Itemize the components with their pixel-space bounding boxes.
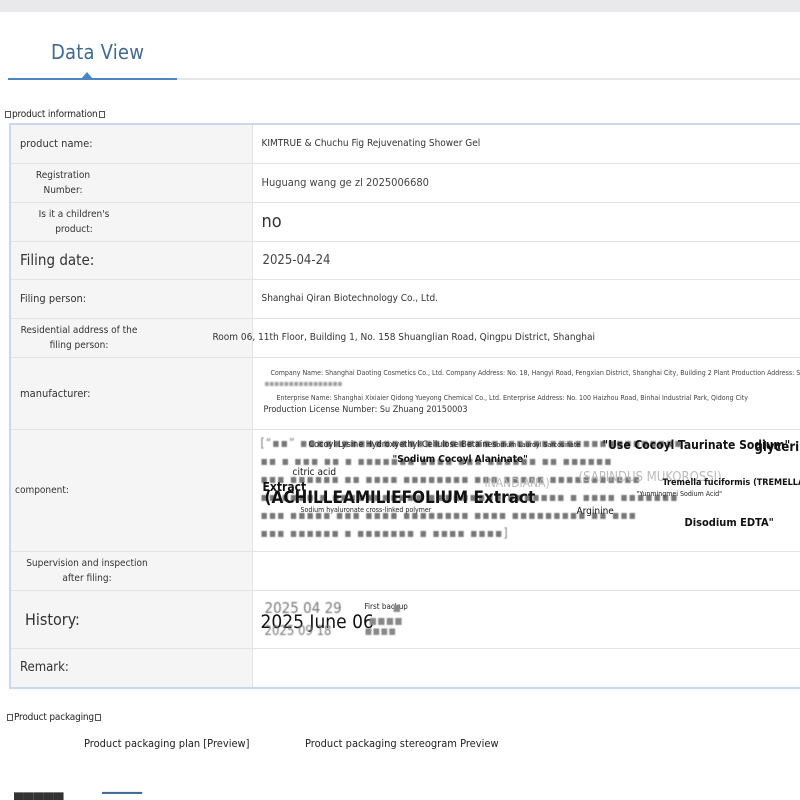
label-remark: Remark: [9, 647, 253, 689]
component-term-2: Sodium Lauroyl Sarcosinate [492, 441, 581, 449]
section-product-information: product information [4, 109, 106, 120]
label-registration-number: Registration Number: [9, 162, 253, 203]
component-term-4: glycerin [754, 440, 800, 455]
row-filing-date: Filing date: 2025-04-24 [9, 240, 800, 280]
manufacturer-block: Company Name: Shanghai Daoting Cosmetics… [253, 358, 800, 428]
row-childrens-product: Is it a children's product: no [9, 201, 800, 242]
tab-bar: Data View [0, 12, 800, 82]
component-block: [“▪▪” ▪▪▪▪▪▪▪▪▪▪▪▪▪▪▪▪▪▪▪▪▪▪▪▪▪▪▪▪▪▪▪▪▪▪… [253, 430, 800, 550]
value-residential-address-text: Room 06, 11th Floor, Building 1, No. 158… [212, 332, 596, 343]
component-term-11: "Yunmingmei Sodium Acid" [636, 490, 723, 498]
row-manufacturer: manufacturer: Company Name: Shanghai Dao… [9, 356, 800, 430]
component-blurred-row-6: ▪▪▪ ▪▪▪▪▪▪ ▪ ▪▪▪▪▪▪▪ ▪ ▪▪▪▪ ▪▪▪▪] [260, 526, 509, 540]
label-manufacturer: manufacturer: [9, 356, 253, 430]
manufacturer-blurred-line: ▪▪▪▪▪▪▪▪▪▪▪▪▪▪▪▪ [264, 379, 343, 388]
caret-up-icon [81, 72, 93, 79]
history-entry-3-blurred: ▪▪▪▪ [364, 624, 397, 639]
history-entry-3-date: 2025 09 18 [264, 624, 336, 639]
label-component: component: [9, 428, 253, 552]
history-block: 2025 04 29 First backup ▪ 2025 June 06 ▪… [253, 591, 800, 647]
label-history: History: [9, 589, 253, 649]
label-supervision: Supervision and inspection after filing: [9, 550, 253, 591]
row-registration-number: Registration Number: Huguang wang ge zl … [9, 162, 800, 203]
component-term-9: Tremella fuciformis (TREMELLAFUC [662, 478, 800, 488]
label-product-name: product name: [9, 123, 253, 164]
cut-off-link[interactable]: ▔▔▔▔ [102, 792, 142, 800]
row-residential-address: Residential address of the filing person… [9, 317, 800, 358]
history-entry-1-note: First backup [364, 602, 408, 611]
value-supervision [251, 550, 800, 591]
component-term-12: Sodium hyaluronate cross-linked polymer [300, 506, 432, 514]
cut-off-heading: ▀▀▀▀▀ [14, 792, 64, 800]
section-title-text: product information [12, 109, 98, 120]
row-remark: Remark: [9, 647, 800, 689]
value-registration-number: Huguang wang ge zl 2025006680 [251, 162, 800, 203]
row-component: component: [“▪▪” ▪▪▪▪▪▪▪▪▪▪▪▪▪▪▪▪▪▪▪▪▪▪▪… [9, 428, 800, 552]
label-childrens-product: Is it a children's product: [9, 201, 253, 242]
packaging-stereogram-preview-link[interactable]: Product packaging stereogram Preview [305, 737, 502, 750]
value-component: [“▪▪” ▪▪▪▪▪▪▪▪▪▪▪▪▪▪▪▪▪▪▪▪▪▪▪▪▪▪▪▪▪▪▪▪▪▪… [251, 428, 800, 552]
value-filing-date: 2025-04-24 [251, 240, 800, 280]
label-filing-person: Filing person: [9, 278, 253, 319]
row-filing-person: Filing person: Shanghai Qiran Biotechnol… [9, 278, 800, 319]
label-childrens-product-text: Is it a children's product: [38, 208, 110, 235]
value-remark [251, 647, 800, 689]
packaging-plan-preview-link[interactable]: Product packaging plan [Preview] [84, 737, 250, 750]
component-term-14: Disodium EDTA" [684, 516, 774, 529]
value-manufacturer: Company Name: Shanghai Daoting Cosmetics… [251, 356, 800, 430]
manufacturer-line-3: Production License Number: Su Zhuang 201… [263, 405, 468, 415]
label-supervision-text: Supervision and inspection after filing: [26, 557, 148, 584]
component-term-1: Cocoyl Lysine Hydroxyethyl Cellulose Bet… [308, 440, 493, 450]
component-term-13: Arginine [576, 506, 614, 517]
row-supervision: Supervision and inspection after filing: [9, 550, 800, 591]
bracket-open-icon [7, 714, 13, 721]
value-history: 2025 04 29 First backup ▪ 2025 June 06 ▪… [251, 589, 800, 649]
bracket-close-icon [94, 714, 101, 721]
section-packaging-text: Product packaging [14, 712, 94, 723]
label-residential-address-text: Residential address of the filing person… [20, 324, 138, 351]
value-filing-person: Shanghai Qiran Biotechnology Co., Ltd. [251, 278, 800, 319]
label-registration-number-text: Registration Number: [35, 169, 91, 196]
product-info-table: product name: KIMTRUE & Chuchu Fig Rejuv… [9, 123, 800, 689]
value-childrens-product: no [251, 201, 800, 242]
manufacturer-line-2: Enterprise Name: Shanghai Xixiaier Qidon… [276, 394, 748, 402]
section-product-packaging: Product packaging [6, 712, 102, 723]
top-bar [0, 0, 800, 12]
tab-data-view[interactable]: Data View [51, 40, 144, 64]
component-term-5: "Sodium Cocoyl Alaninate" [392, 454, 528, 465]
manufacturer-line-1: Company Name: Shanghai Daoting Cosmetics… [270, 369, 800, 377]
bracket-open-icon [5, 111, 11, 118]
row-product-name: product name: KIMTRUE & Chuchu Fig Rejuv… [9, 123, 800, 164]
component-term-6: citric acid [292, 467, 337, 478]
bracket-close-icon [98, 111, 105, 118]
row-history: History: 2025 04 29 First backup ▪ 2025 … [9, 589, 800, 649]
label-filing-date: Filing date: [9, 240, 253, 280]
value-product-name: KIMTRUE & Chuchu Fig Rejuvenating Shower… [251, 123, 800, 164]
value-residential-address: Room 06, 11th Floor, Building 1, No. 158… [213, 317, 800, 358]
component-term-10: (ACHILLEAMILIEFOLIUM Extract [264, 488, 536, 508]
